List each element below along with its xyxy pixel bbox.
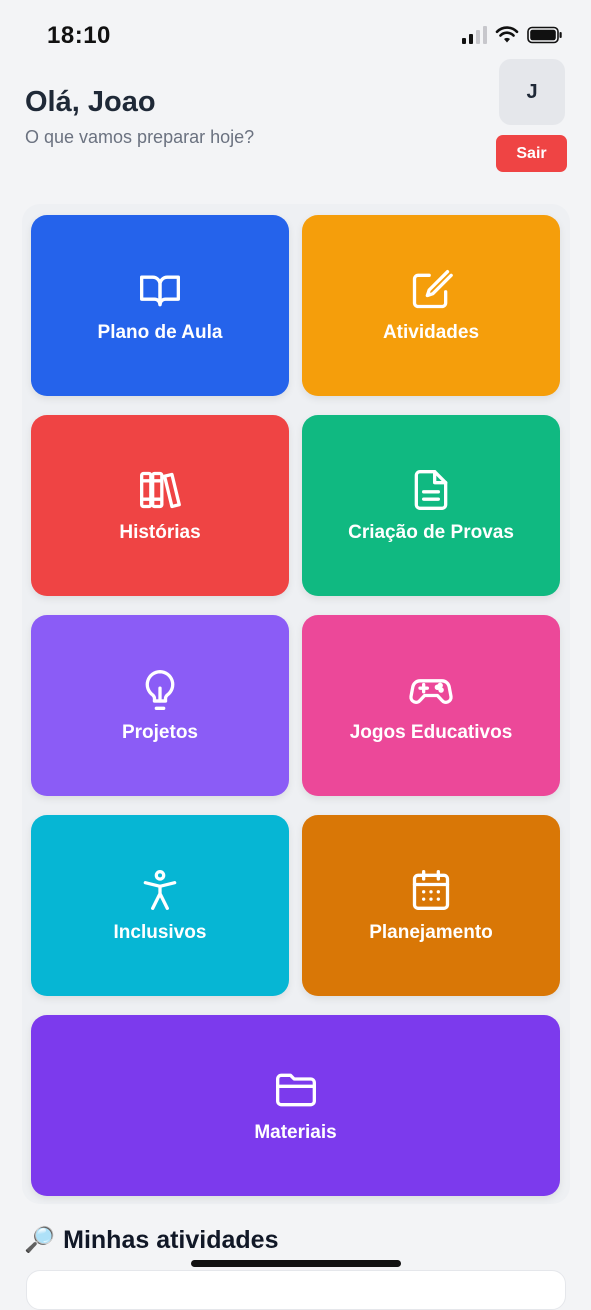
edit-square-icon [412, 269, 453, 308]
gamepad-icon [409, 678, 453, 704]
tile-label: Atividades [382, 321, 480, 343]
status-bar: 18:10 [0, 0, 591, 70]
status-icons [462, 26, 563, 44]
tile-plano-de-aula[interactable]: Plano de Aula [31, 215, 289, 396]
tile-materiais[interactable]: Materiais [31, 1015, 560, 1196]
tile-inclusivos[interactable]: Inclusivos [31, 815, 289, 996]
section-title-text: Minhas atividades [63, 1226, 279, 1254]
calendar-icon [412, 869, 450, 910]
folder-icon [275, 1073, 316, 1106]
tile-label: Projetos [121, 721, 199, 743]
tile-label: Histórias [119, 521, 201, 543]
lightbulb-icon [145, 669, 175, 710]
tile-atividades[interactable]: Atividades [302, 215, 560, 396]
tile-criacao-de-provas[interactable]: Criação de Provas [302, 415, 560, 596]
tile-label: Materiais [254, 1121, 337, 1143]
home-indicator [191, 1260, 401, 1267]
greeting-subtitle: O que vamos preparar hoje? [25, 127, 255, 147]
tile-label: Planejamento [369, 921, 493, 943]
magnifier-icon: 🔎 [24, 1226, 56, 1254]
tile-historias[interactable]: Histórias [31, 415, 289, 596]
tile-projetos[interactable]: Projetos [31, 615, 289, 796]
tile-jogos-educativos[interactable]: Jogos Educativos [302, 615, 560, 796]
books-icon [140, 471, 181, 508]
tile-label: Plano de Aula [97, 321, 223, 343]
section-title: 🔎 Minhas atividades [24, 1226, 279, 1255]
tile-label: Jogos Educativos [349, 721, 513, 743]
avatar[interactable]: J [499, 59, 565, 125]
header: Olá, Joao O que vamos preparar hoje? [25, 86, 565, 148]
book-open-icon [140, 275, 180, 306]
accessibility-icon [143, 869, 177, 910]
tile-planejamento[interactable]: Planejamento [302, 815, 560, 996]
status-time: 18:10 [47, 22, 111, 49]
tile-label: Criação de Provas [348, 521, 514, 543]
battery-icon [527, 26, 562, 44]
cellular-signal-icon [462, 26, 487, 44]
activity-card[interactable] [26, 1270, 566, 1310]
logout-button[interactable]: Sair [496, 135, 567, 172]
document-icon [414, 469, 448, 510]
greeting-title: Olá, Joao [25, 86, 156, 118]
wifi-icon [495, 26, 519, 43]
tile-label: Inclusivos [113, 921, 207, 943]
